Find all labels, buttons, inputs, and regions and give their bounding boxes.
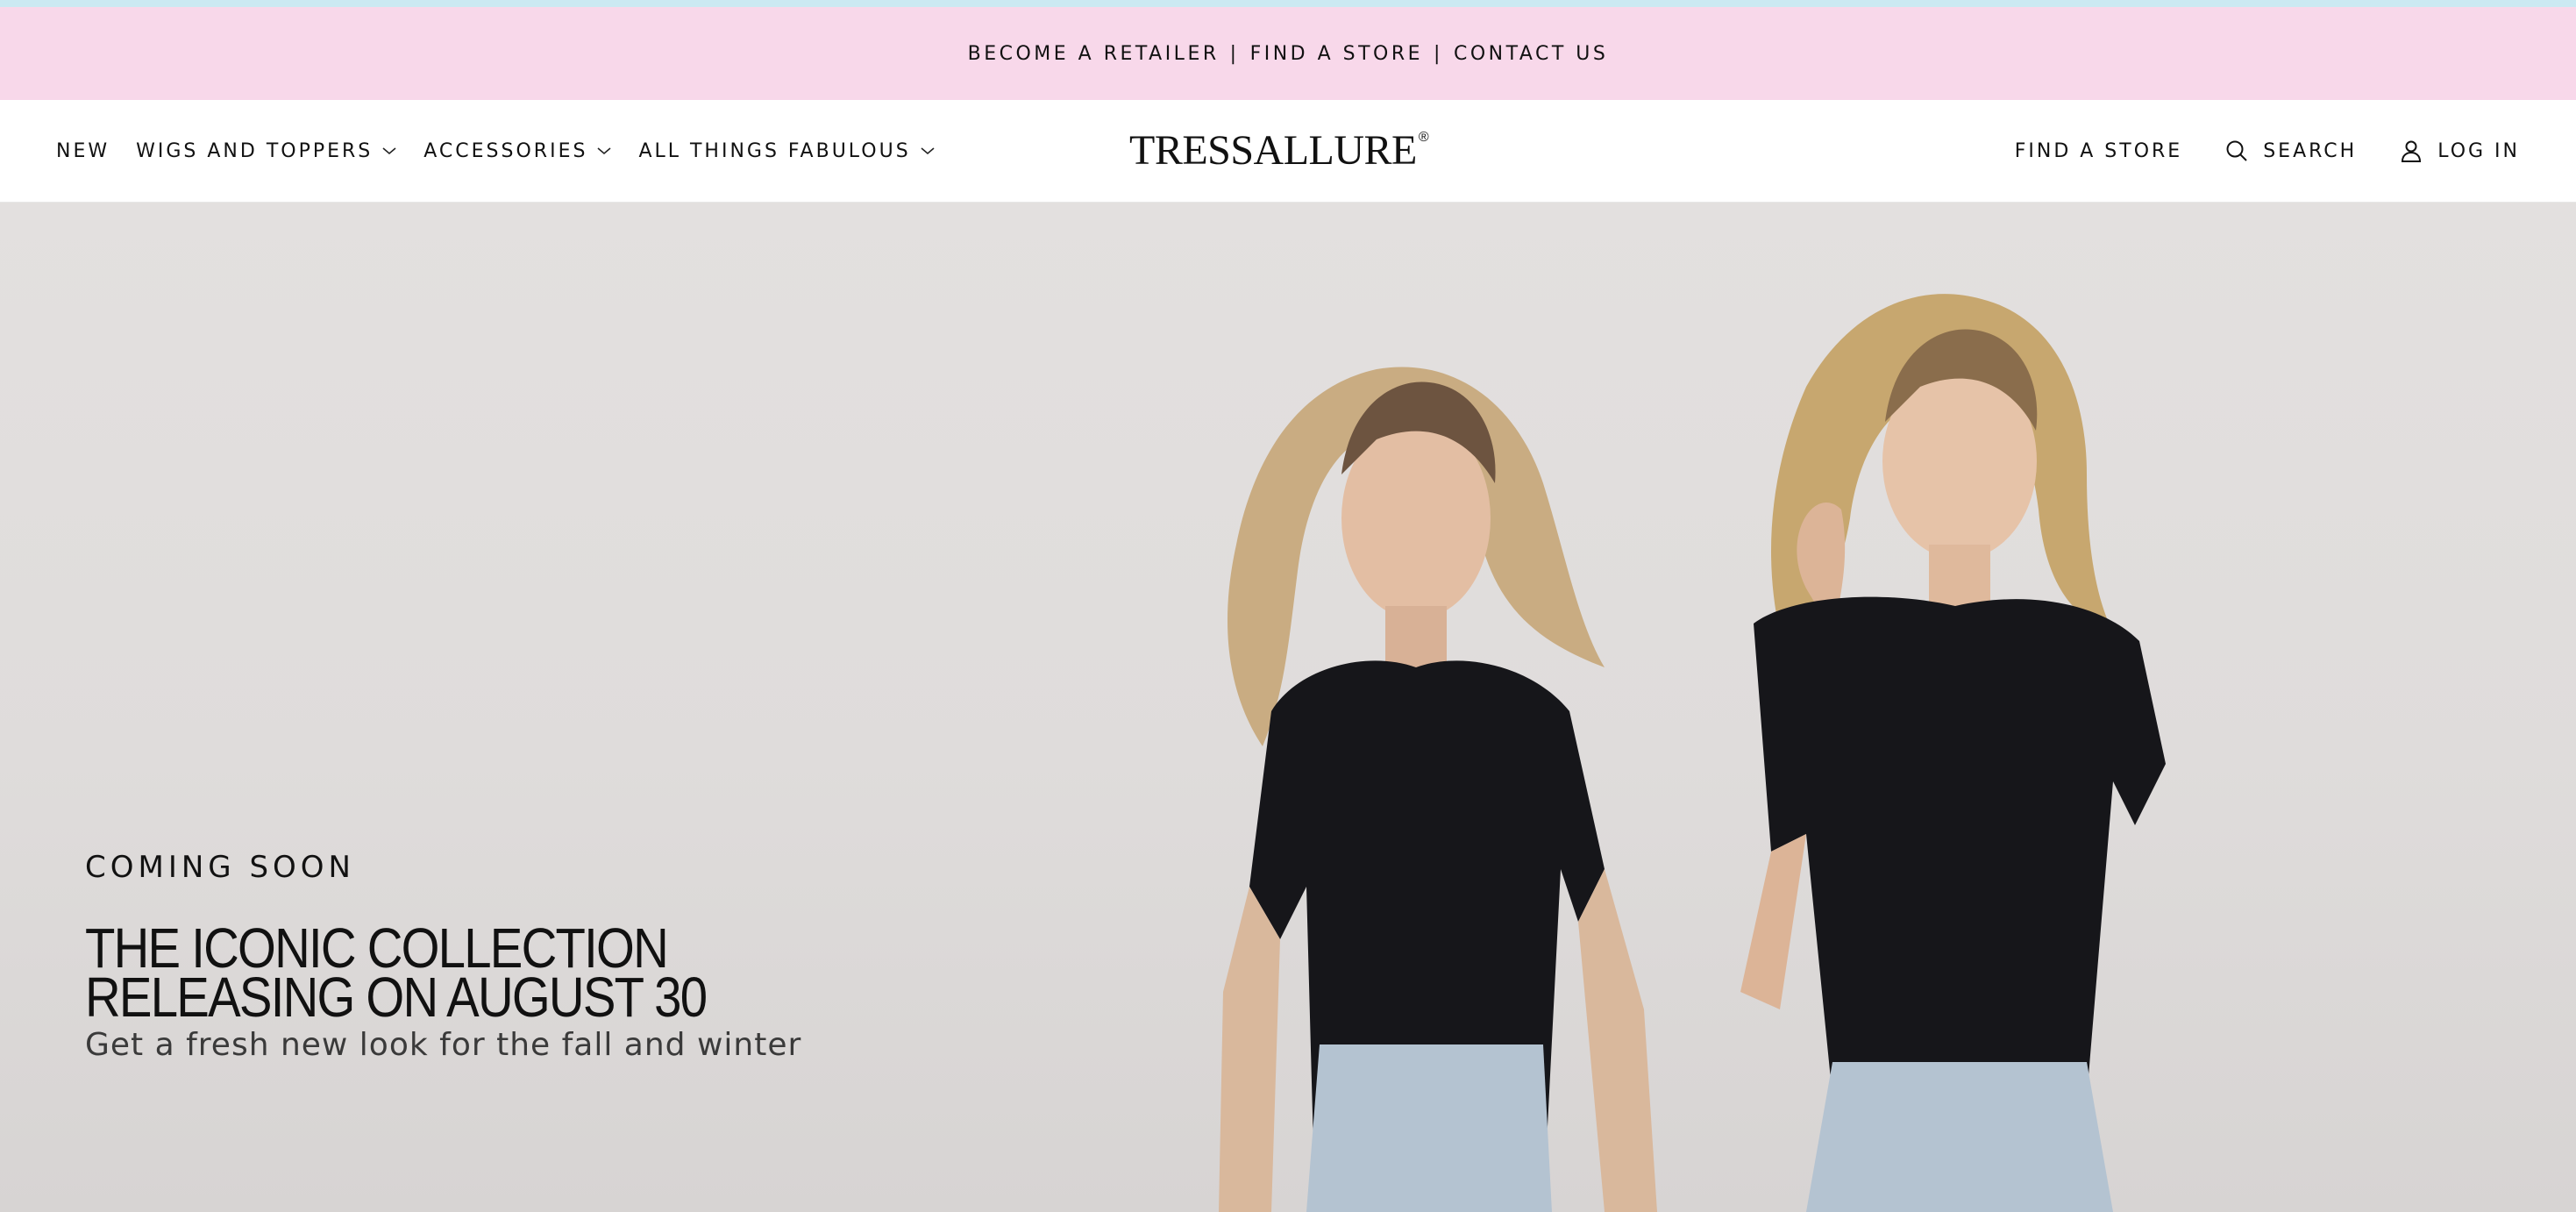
nav-label: ACCESSORIES <box>423 139 588 162</box>
hero-headline-line-2: RELEASING ON AUGUST 30 <box>85 966 708 1029</box>
hero-headline: THE ICONIC COLLECTION RELEASING ON AUGUS… <box>85 920 715 1025</box>
chevron-down-icon <box>382 147 396 155</box>
chevron-down-icon <box>921 147 935 155</box>
nav-item-wigs-and-toppers[interactable]: WIGS AND TOPPERS <box>136 140 397 162</box>
login-button[interactable]: LOG IN <box>2399 139 2520 163</box>
nav-label: NEW <box>56 139 110 162</box>
nav-label: ALL THINGS FABULOUS <box>638 139 911 162</box>
site-header: NEW WIGS AND TOPPERS ACCESSORIES ALL THI… <box>0 100 2576 203</box>
find-store-nav-link[interactable]: FIND A STORE <box>2015 140 2182 162</box>
hero-model-left <box>1219 367 1657 1212</box>
brand-logo[interactable]: TRESSALLURE ® <box>1129 126 1429 175</box>
hero-model-right <box>1740 294 2166 1212</box>
registered-mark: ® <box>1418 130 1429 145</box>
login-label: LOG IN <box>2437 139 2520 162</box>
search-label: SEARCH <box>2263 139 2358 162</box>
main-nav: NEW WIGS AND TOPPERS ACCESSORIES ALL THI… <box>56 100 936 202</box>
nav-item-accessories[interactable]: ACCESSORIES <box>423 140 612 162</box>
hero-copy: COMING SOON THE ICONIC COLLECTION RELEAS… <box>85 850 801 1063</box>
become-retailer-link[interactable]: BECOME A RETAILER <box>968 43 1220 65</box>
utility-nav: FIND A STORE SEARCH LOG IN <box>2015 100 2520 202</box>
announcement-separator: | <box>1434 42 1443 65</box>
user-icon <box>2402 140 2422 162</box>
chevron-down-icon <box>597 147 611 155</box>
hero-eyebrow: COMING SOON <box>85 850 355 885</box>
hero-subheading: Get a fresh new look for the fall and wi… <box>85 1027 802 1063</box>
contact-us-link[interactable]: CONTACT US <box>1454 43 1608 65</box>
announcement-bar: BECOME A RETAILER | FIND A STORE | CONTA… <box>0 7 2576 100</box>
search-icon <box>2226 140 2247 161</box>
logo-wordmark: TRESSALLURE <box>1129 127 1417 174</box>
nav-label: WIGS AND TOPPERS <box>136 139 374 162</box>
hero-banner[interactable]: COMING SOON THE ICONIC COLLECTION RELEAS… <box>0 203 2576 1212</box>
nav-item-new[interactable]: NEW <box>56 140 110 162</box>
nav-item-all-things-fabulous[interactable]: ALL THINGS FABULOUS <box>638 140 935 162</box>
top-accent-bar <box>0 0 2576 7</box>
announcement-separator: | <box>1229 42 1240 65</box>
find-store-link[interactable]: FIND A STORE <box>1250 43 1423 65</box>
search-button[interactable]: SEARCH <box>2224 139 2357 163</box>
find-store-label: FIND A STORE <box>2014 139 2183 162</box>
